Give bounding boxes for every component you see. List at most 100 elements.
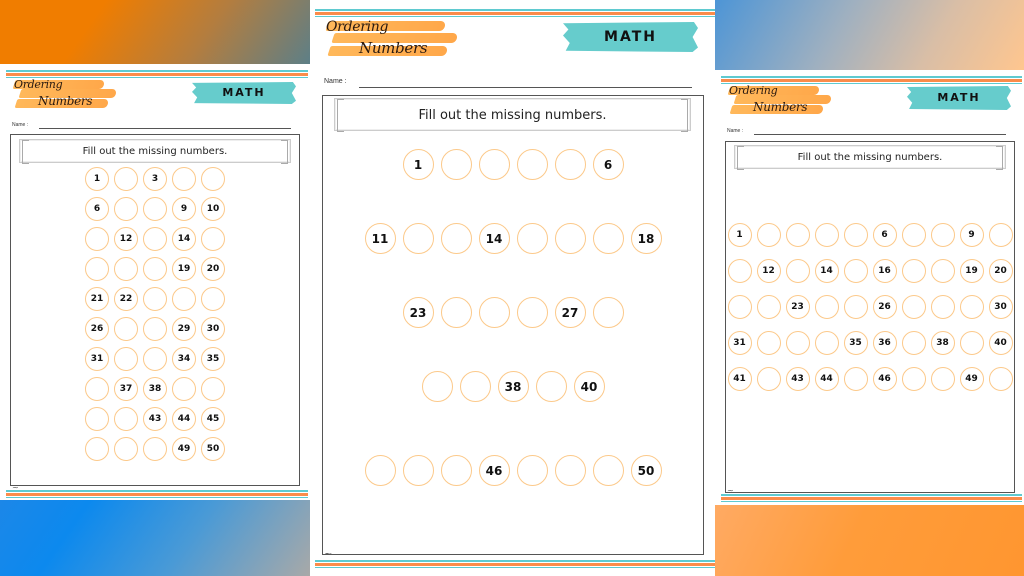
blank-number-circle[interactable]	[440, 149, 472, 180]
blank-number-circle[interactable]	[901, 331, 926, 355]
blank-number-circle[interactable]	[114, 197, 138, 221]
blank-number-circle[interactable]	[930, 259, 955, 283]
blank-number-circle[interactable]	[554, 149, 586, 180]
blank-number-circle[interactable]	[201, 227, 225, 251]
blank-number-circle[interactable]	[114, 167, 138, 191]
given-number-circle: 14	[478, 223, 510, 254]
blank-number-circle[interactable]	[143, 287, 167, 311]
blank-number-circle[interactable]	[592, 297, 624, 328]
blank-number-circle[interactable]	[516, 297, 548, 328]
blank-number-circle[interactable]	[516, 149, 548, 180]
blank-number-circle[interactable]	[440, 455, 472, 486]
given-number-circle: 34	[172, 347, 196, 371]
blank-number-circle[interactable]	[901, 295, 926, 319]
name-input-line[interactable]	[39, 128, 291, 129]
blank-number-circle[interactable]	[930, 367, 955, 391]
blank-number-circle[interactable]	[901, 223, 926, 247]
blank-number-circle[interactable]	[554, 455, 586, 486]
blank-number-circle[interactable]	[814, 331, 839, 355]
given-number-circle: 6	[85, 197, 109, 221]
blank-number-circle[interactable]	[402, 223, 434, 254]
blank-number-circle[interactable]	[901, 259, 926, 283]
blank-number-circle[interactable]	[172, 377, 196, 401]
blank-number-circle[interactable]	[143, 437, 167, 461]
blank-number-circle[interactable]	[85, 407, 109, 431]
given-number-circle: 45	[201, 407, 225, 431]
blank-number-circle[interactable]	[843, 367, 868, 391]
blank-number-circle[interactable]	[901, 367, 926, 391]
blank-number-circle[interactable]	[201, 167, 225, 191]
blank-number-circle[interactable]	[172, 167, 196, 191]
blank-number-circle[interactable]	[201, 377, 225, 401]
number-row: 21 22	[82, 287, 228, 311]
blank-number-circle[interactable]	[959, 295, 984, 319]
given-number-circle: 38	[497, 371, 529, 402]
header-stripe	[6, 70, 308, 78]
blank-number-circle[interactable]	[114, 257, 138, 281]
number-row: 38 40	[322, 371, 704, 402]
blank-number-circle[interactable]	[114, 347, 138, 371]
blank-number-circle[interactable]	[440, 297, 472, 328]
blank-number-circle[interactable]	[85, 437, 109, 461]
blank-number-circle[interactable]	[554, 223, 586, 254]
blank-number-circle[interactable]	[516, 223, 548, 254]
blank-number-circle[interactable]	[756, 295, 781, 319]
blank-number-circle[interactable]	[988, 223, 1013, 247]
blank-number-circle[interactable]	[143, 317, 167, 341]
blank-number-circle[interactable]	[727, 295, 752, 319]
given-number-circle: 49	[172, 437, 196, 461]
blank-number-circle[interactable]	[421, 371, 453, 402]
blank-number-circle[interactable]	[172, 287, 196, 311]
blank-number-circle[interactable]	[535, 371, 567, 402]
number-row: 46 50	[322, 455, 704, 486]
blank-number-circle[interactable]	[756, 367, 781, 391]
logo-line2: Numbers	[38, 94, 93, 108]
blank-number-circle[interactable]	[440, 223, 472, 254]
blank-number-circle[interactable]	[85, 377, 109, 401]
blank-number-circle[interactable]	[756, 331, 781, 355]
number-row: 11 14 18	[322, 223, 704, 254]
blank-number-circle[interactable]	[143, 227, 167, 251]
blank-number-circle[interactable]	[592, 455, 624, 486]
blank-number-circle[interactable]	[930, 223, 955, 247]
number-grid: 1 6 9 12 14 16 19 20 23 26 30 31 35 36 38 40 41 43 44 46 49	[725, 223, 1015, 391]
blank-number-circle[interactable]	[843, 295, 868, 319]
number-row: 49 50	[82, 437, 228, 461]
name-input-line[interactable]	[754, 134, 1006, 135]
blank-number-circle[interactable]	[478, 297, 510, 328]
blank-number-circle[interactable]	[785, 259, 810, 283]
blank-number-circle[interactable]	[85, 227, 109, 251]
given-number-circle: 1	[727, 223, 752, 247]
blank-number-circle[interactable]	[843, 223, 868, 247]
blank-number-circle[interactable]	[114, 317, 138, 341]
blank-number-circle[interactable]	[930, 295, 955, 319]
blank-number-circle[interactable]	[592, 223, 624, 254]
blank-number-circle[interactable]	[959, 331, 984, 355]
blank-number-circle[interactable]	[814, 223, 839, 247]
blank-number-circle[interactable]	[201, 287, 225, 311]
given-number-circle: 44	[172, 407, 196, 431]
blank-number-circle[interactable]	[114, 407, 138, 431]
name-input-line[interactable]	[359, 87, 692, 88]
blank-number-circle[interactable]	[85, 257, 109, 281]
blank-number-circle[interactable]	[785, 223, 810, 247]
blank-number-circle[interactable]	[143, 347, 167, 371]
blank-number-circle[interactable]	[364, 455, 396, 486]
blank-number-circle[interactable]	[988, 367, 1013, 391]
blank-number-circle[interactable]	[727, 259, 752, 283]
blank-number-circle[interactable]	[143, 197, 167, 221]
blank-number-circle[interactable]	[756, 223, 781, 247]
worksheet-right: Ordering Numbers MATH Name : Fill out th…	[717, 72, 1022, 504]
blank-number-circle[interactable]	[785, 331, 810, 355]
blank-number-circle[interactable]	[143, 257, 167, 281]
blank-number-circle[interactable]	[402, 455, 434, 486]
given-number-circle: 14	[814, 259, 839, 283]
given-number-circle: 6	[592, 149, 624, 180]
blank-number-circle[interactable]	[843, 259, 868, 283]
blank-number-circle[interactable]	[114, 437, 138, 461]
blank-number-circle[interactable]	[459, 371, 491, 402]
number-row: 16	[322, 149, 704, 180]
blank-number-circle[interactable]	[478, 149, 510, 180]
blank-number-circle[interactable]	[814, 295, 839, 319]
blank-number-circle[interactable]	[516, 455, 548, 486]
